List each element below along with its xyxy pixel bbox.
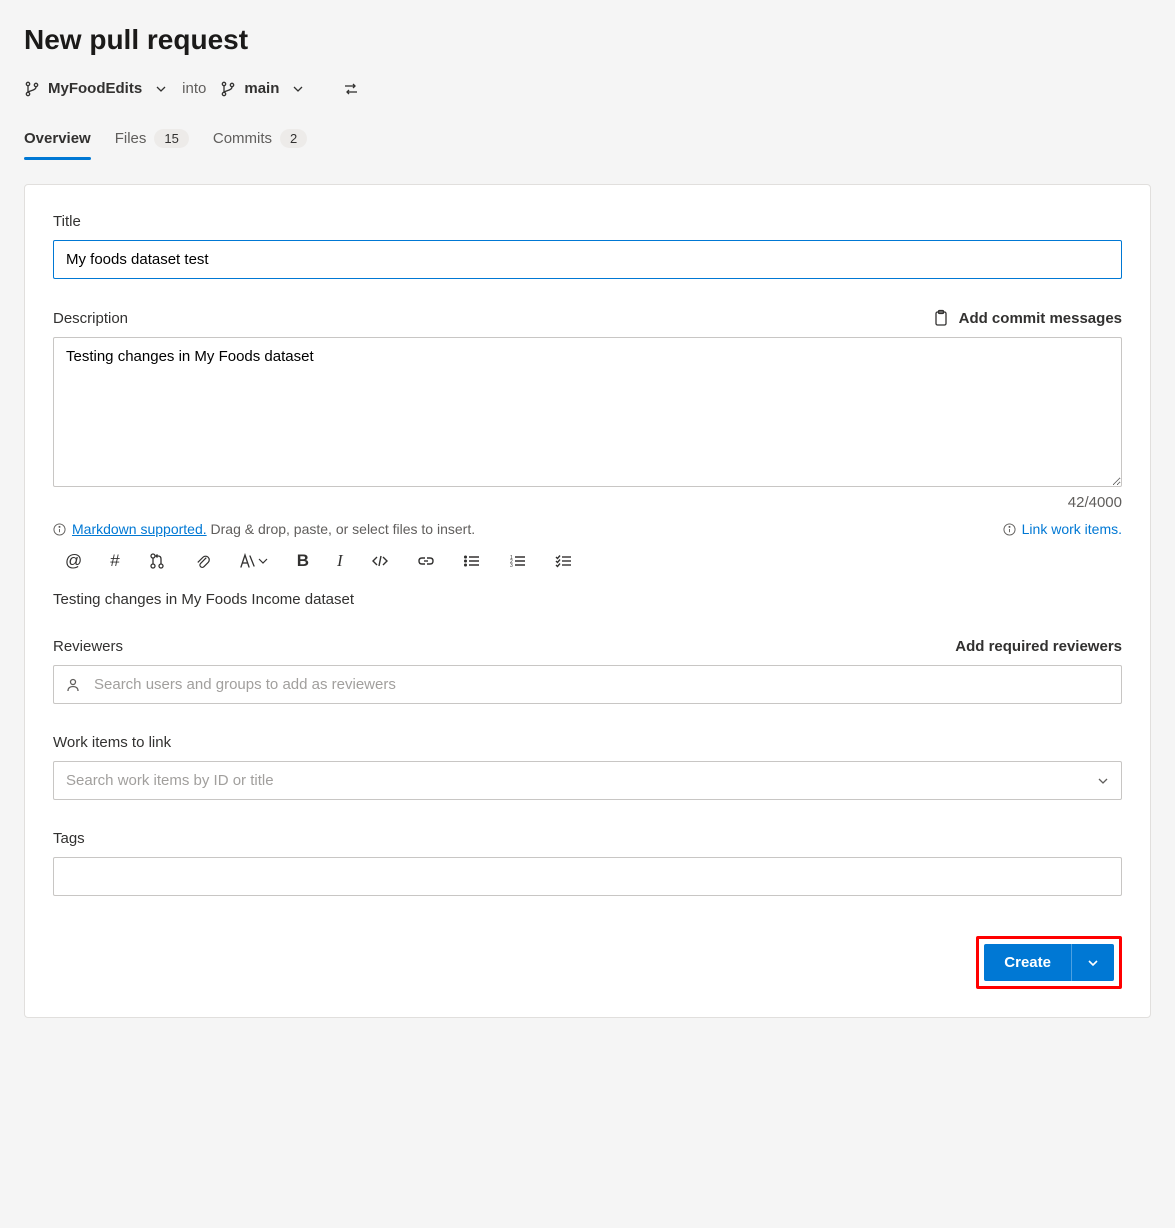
target-branch-dropdown[interactable]: main [220,80,305,97]
create-highlight: Create [976,936,1122,989]
tags-input[interactable] [53,857,1122,896]
tab-overview-label: Overview [24,130,91,147]
commits-count-badge: 2 [280,129,307,148]
editor-toolbar: @ # B I [53,551,1122,571]
hash-icon[interactable]: # [110,551,119,571]
reviewers-input[interactable] [53,665,1122,704]
form-panel: Title Description Add commit messages 42… [24,184,1151,1018]
person-icon [65,677,81,693]
work-items-input[interactable] [53,761,1122,800]
create-dropdown-button[interactable] [1071,944,1114,981]
pr-icon[interactable] [148,552,166,570]
tab-overview[interactable]: Overview [24,121,91,160]
numbered-list-icon[interactable]: 1 2 3 [509,554,527,568]
clipboard-icon [933,309,949,327]
italic-icon[interactable]: I [337,551,343,571]
mention-icon[interactable]: @ [65,551,82,571]
tags-label: Tags [53,830,1122,847]
link-work-items-link[interactable]: Link work items. [1022,521,1122,537]
branch-icon [24,81,40,97]
code-icon[interactable] [371,554,389,568]
page-title: New pull request [24,24,1151,56]
into-label: into [182,80,206,97]
source-branch-dropdown[interactable]: MyFoodEdits [24,80,168,97]
branch-selector: MyFoodEdits into main [24,80,1151,97]
text-style-icon[interactable] [239,553,269,569]
checklist-icon[interactable] [555,554,573,568]
add-commit-messages-button[interactable]: Add commit messages [933,309,1122,327]
link-icon[interactable] [417,554,435,568]
title-label: Title [53,213,1122,230]
info-icon [1003,523,1016,536]
tab-commits[interactable]: Commits 2 [213,121,307,160]
chevron-down-icon [154,82,168,96]
char-count: 42/4000 [53,494,1122,511]
swap-branches-icon[interactable] [343,81,359,97]
svg-text:3: 3 [510,563,513,568]
description-label: Description [53,310,128,327]
description-preview: Testing changes in My Foods Income datas… [53,591,1122,608]
chevron-down-icon[interactable] [1096,774,1110,788]
tab-files-label: Files [115,130,147,147]
markdown-supported-link[interactable]: Markdown supported. [72,521,207,537]
markdown-hint-text: Drag & drop, paste, or select files to i… [207,521,475,537]
bold-icon[interactable]: B [297,551,309,571]
add-required-reviewers-button[interactable]: Add required reviewers [955,638,1122,655]
tab-files[interactable]: Files 15 [115,121,189,160]
branch-icon [220,81,236,97]
chevron-down-icon [291,82,305,96]
source-branch-name: MyFoodEdits [48,80,142,97]
tabs: Overview Files 15 Commits 2 [24,121,1151,160]
create-button[interactable]: Create [984,944,1071,981]
attachment-icon[interactable] [194,553,211,570]
bullet-list-icon[interactable] [463,554,481,568]
chevron-down-icon [1086,956,1100,970]
files-count-badge: 15 [154,129,188,148]
title-input[interactable] [53,240,1122,279]
target-branch-name: main [244,80,279,97]
tab-commits-label: Commits [213,130,272,147]
add-commit-messages-label: Add commit messages [959,310,1122,327]
reviewers-label: Reviewers [53,638,123,655]
info-icon [53,523,66,536]
description-textarea[interactable] [53,337,1122,487]
work-items-label: Work items to link [53,734,1122,751]
